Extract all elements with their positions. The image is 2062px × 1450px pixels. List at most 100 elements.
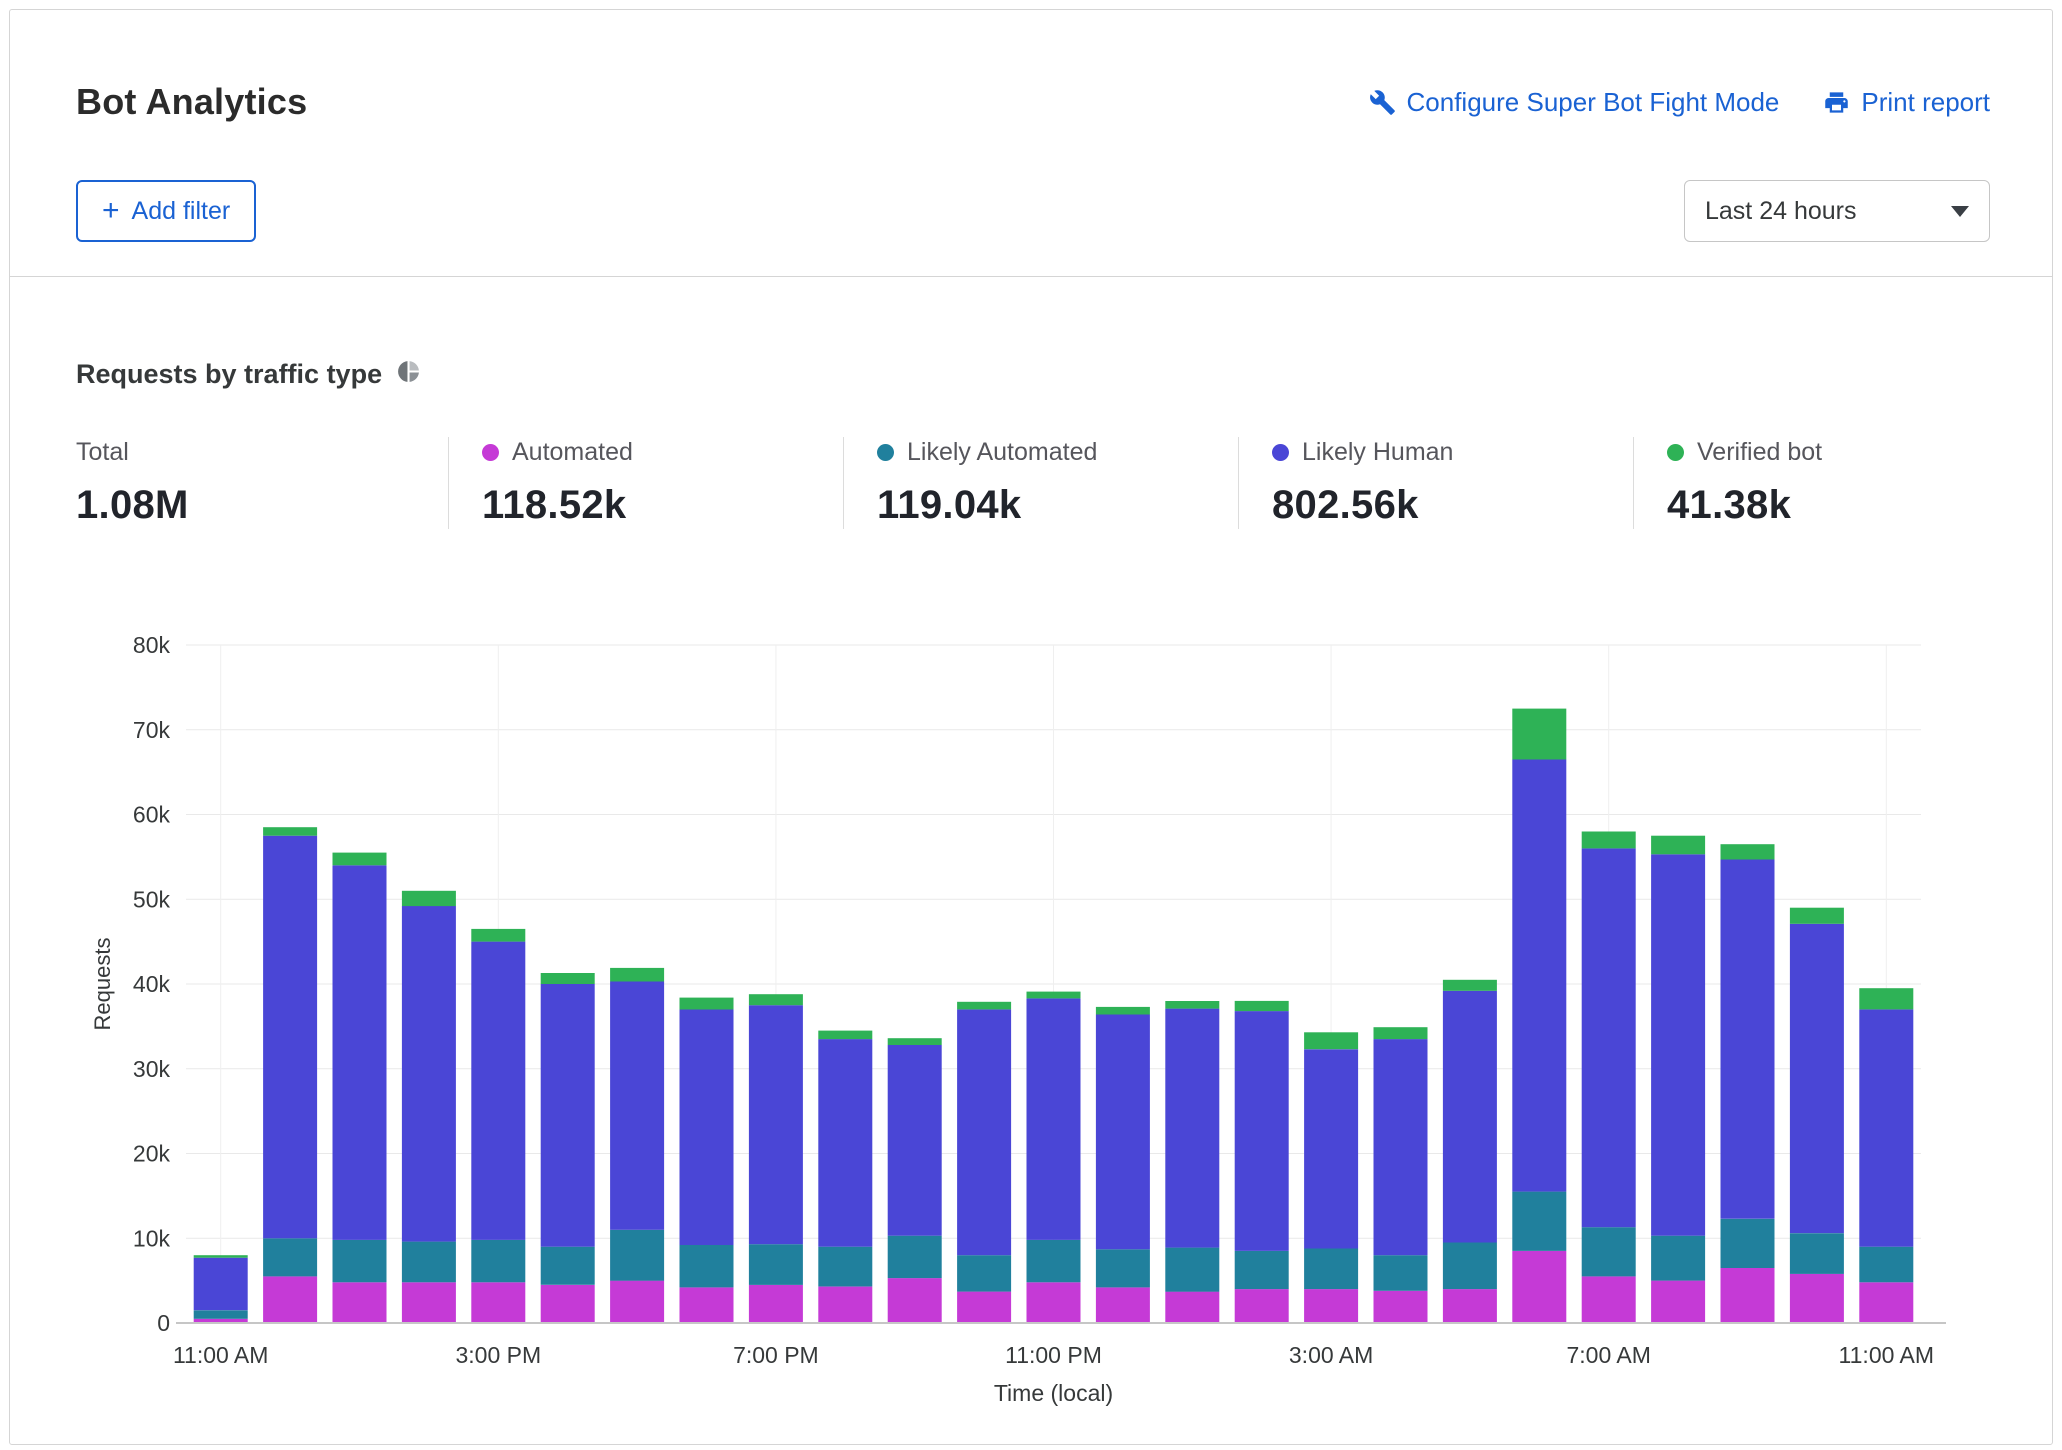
bar-segment[interactable]	[1582, 1276, 1636, 1323]
bar-segment[interactable]	[402, 1282, 456, 1323]
bar-segment[interactable]	[1027, 992, 1081, 999]
bar-segment[interactable]	[263, 836, 317, 1239]
bar-segment[interactable]	[1096, 1287, 1150, 1323]
requests-by-traffic-type-chart[interactable]: 010k20k30k40k50k60k70k80k11:00 AM3:00 PM…	[76, 607, 1992, 1407]
bar-segment[interactable]	[818, 1287, 872, 1323]
bar-segment[interactable]	[888, 1045, 942, 1236]
bar-segment[interactable]	[1790, 908, 1844, 924]
bar-segment[interactable]	[1443, 980, 1497, 991]
bar-segment[interactable]	[333, 865, 387, 1240]
bar-segment[interactable]	[818, 1031, 872, 1040]
bar-segment[interactable]	[1165, 1292, 1219, 1323]
bar-segment[interactable]	[957, 1002, 1011, 1010]
bar-segment[interactable]	[680, 998, 734, 1010]
bar-segment[interactable]	[888, 1278, 942, 1323]
add-filter-button[interactable]: + Add filter	[76, 180, 256, 242]
bar-segment[interactable]	[541, 1247, 595, 1285]
bar-segment[interactable]	[1582, 848, 1636, 1227]
bar-segment[interactable]	[749, 1285, 803, 1323]
bar-segment[interactable]	[1721, 844, 1775, 859]
bar-segment[interactable]	[1443, 1243, 1497, 1290]
bar-segment[interactable]	[1859, 1282, 1913, 1323]
bar-segment[interactable]	[610, 1281, 664, 1323]
bar-segment[interactable]	[1027, 1240, 1081, 1282]
print-report-link[interactable]: Print report	[1823, 87, 1990, 118]
bar-segment[interactable]	[1374, 1027, 1428, 1039]
bar-segment[interactable]	[888, 1038, 942, 1045]
bar-segment[interactable]	[1374, 1291, 1428, 1323]
bar-segment[interactable]	[957, 1009, 1011, 1255]
bar-segment[interactable]	[680, 1009, 734, 1245]
bar-segment[interactable]	[471, 929, 525, 942]
bar-segment[interactable]	[1512, 709, 1566, 760]
bar-segment[interactable]	[1027, 998, 1081, 1240]
bar-segment[interactable]	[1443, 991, 1497, 1243]
bar-segment[interactable]	[541, 973, 595, 984]
bar-segment[interactable]	[541, 1285, 595, 1323]
bar-segment[interactable]	[1651, 854, 1705, 1235]
bar-segment[interactable]	[610, 1230, 664, 1281]
bar-segment[interactable]	[1304, 1289, 1358, 1323]
bar-segment[interactable]	[333, 1240, 387, 1282]
configure-super-bot-fight-mode-link[interactable]: Configure Super Bot Fight Mode	[1369, 87, 1780, 118]
bar-segment[interactable]	[1165, 1001, 1219, 1009]
bar-segment[interactable]	[1096, 1007, 1150, 1015]
bar-segment[interactable]	[957, 1255, 1011, 1291]
bar-segment[interactable]	[1651, 1236, 1705, 1281]
bar-segment[interactable]	[1721, 1268, 1775, 1323]
bar-segment[interactable]	[541, 984, 595, 1247]
bar-segment[interactable]	[471, 1240, 525, 1282]
bar-segment[interactable]	[1721, 859, 1775, 1218]
bar-segment[interactable]	[1443, 1289, 1497, 1323]
bar-segment[interactable]	[1304, 1032, 1358, 1049]
bar-segment[interactable]	[1790, 1233, 1844, 1274]
bar-segment[interactable]	[1512, 1192, 1566, 1251]
bar-segment[interactable]	[471, 942, 525, 1240]
bar-segment[interactable]	[263, 1238, 317, 1276]
bar-segment[interactable]	[610, 982, 664, 1230]
bar-segment[interactable]	[680, 1287, 734, 1323]
bar-segment[interactable]	[957, 1292, 1011, 1323]
bar-segment[interactable]	[1651, 836, 1705, 855]
bar-segment[interactable]	[1027, 1282, 1081, 1323]
bar-segment[interactable]	[749, 994, 803, 1005]
bar-segment[interactable]	[1651, 1281, 1705, 1323]
bar-segment[interactable]	[1235, 1289, 1289, 1323]
bar-segment[interactable]	[1304, 1248, 1358, 1289]
bar-segment[interactable]	[1512, 759, 1566, 1191]
bar-segment[interactable]	[333, 853, 387, 866]
bar-segment[interactable]	[1165, 1248, 1219, 1292]
bar-segment[interactable]	[1096, 1015, 1150, 1250]
bar-segment[interactable]	[749, 1244, 803, 1285]
bar-segment[interactable]	[194, 1310, 248, 1319]
bar-segment[interactable]	[1790, 924, 1844, 1233]
bar-segment[interactable]	[1721, 1219, 1775, 1268]
bar-segment[interactable]	[263, 1276, 317, 1323]
bar-segment[interactable]	[1582, 1227, 1636, 1276]
bar-segment[interactable]	[402, 1242, 456, 1283]
bar-segment[interactable]	[1374, 1255, 1428, 1291]
bar-segment[interactable]	[1165, 1009, 1219, 1248]
bar-segment[interactable]	[818, 1039, 872, 1247]
bar-segment[interactable]	[1374, 1039, 1428, 1255]
bar-segment[interactable]	[1859, 988, 1913, 1009]
bar-segment[interactable]	[333, 1282, 387, 1323]
bar-segment[interactable]	[1859, 1247, 1913, 1283]
bar-segment[interactable]	[610, 968, 664, 982]
bar-segment[interactable]	[402, 891, 456, 906]
bar-segment[interactable]	[818, 1247, 872, 1287]
bar-segment[interactable]	[680, 1245, 734, 1287]
time-range-select[interactable]: Last 24 hours	[1684, 180, 1990, 242]
bar-segment[interactable]	[749, 1005, 803, 1244]
bar-segment[interactable]	[194, 1255, 248, 1258]
bar-segment[interactable]	[888, 1236, 942, 1278]
bar-segment[interactable]	[1859, 1009, 1913, 1246]
bar-segment[interactable]	[471, 1282, 525, 1323]
bar-segment[interactable]	[1512, 1251, 1566, 1323]
bar-segment[interactable]	[1790, 1274, 1844, 1323]
stacked-bar-chart[interactable]: 010k20k30k40k50k60k70k80k11:00 AM3:00 PM…	[76, 607, 1996, 1407]
bar-segment[interactable]	[263, 827, 317, 836]
bar-segment[interactable]	[1235, 1251, 1289, 1289]
bar-segment[interactable]	[1096, 1249, 1150, 1287]
bar-segment[interactable]	[1582, 832, 1636, 849]
